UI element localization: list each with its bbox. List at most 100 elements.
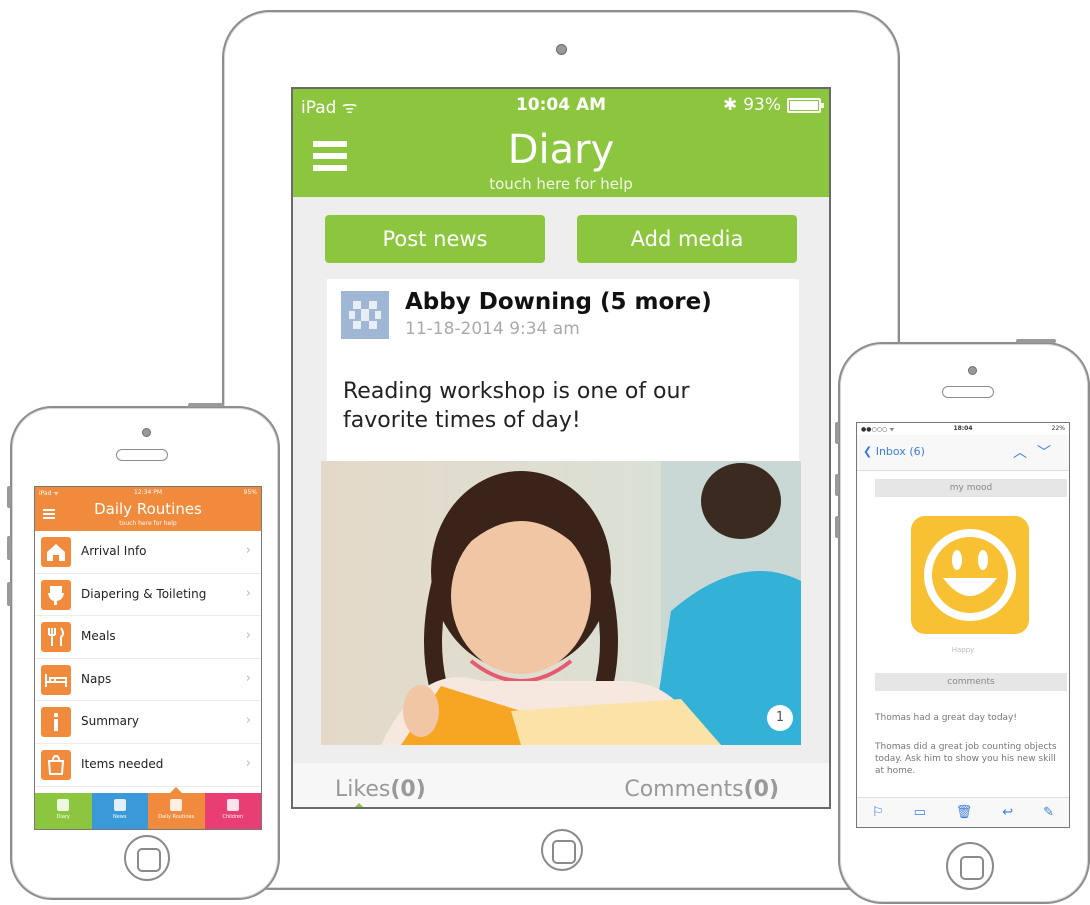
photo-count-badge[interactable]: 1 [767,705,793,731]
reply-icon[interactable]: ↩ [1002,805,1013,820]
phone-home-button[interactable] [124,835,170,881]
tab-diary[interactable]: Diary [35,793,92,829]
toilet-icon [41,579,71,610]
iphone-right-device: ●●○○○ ᯤ 18:04 22% ❮ Inbox (6) ︿﹀ my mood… [835,339,1090,904]
info-icon [41,707,71,738]
power-button [1016,339,1056,343]
status-bar: iPad ᯤ 10:04 AM ✱ 93% [301,95,824,118]
status-time: 18:04 [953,425,973,432]
tab-label: Children [222,814,244,820]
list-item-label: Diapering & Toileting [81,586,207,601]
list-item[interactable]: Items needed › [35,744,261,787]
battery-icon [787,97,824,113]
phone-speaker [942,386,994,398]
battery-status: ✱ 93% [722,95,824,115]
happy-face-icon [911,516,1029,634]
bottom-tab-bar: Diary News Daily Routines Children [35,787,261,829]
post-news-button[interactable]: Post news [325,215,545,263]
daily-routines-screen: iPad ᯤ 12:34 PM 95% Daily Routines touch… [34,486,262,830]
post-date: 11-18-2014 9:34 am [405,319,580,339]
page-title: Diary [507,127,615,173]
message-screen: ●●○○○ ᯤ 18:04 22% ❮ Inbox (6) ︿﹀ my mood… [856,422,1070,828]
phone-speaker [116,449,168,461]
list-item-label: Items needed [81,756,164,771]
help-hint[interactable]: touch here for help [293,175,829,193]
power-button [188,403,224,407]
list-item[interactable]: Arrival Info › [35,531,261,574]
post-author[interactable]: Abby Downing (5 more) [405,289,712,315]
routines-list: Arrival Info › Diapering & Toileting › M… [35,531,261,787]
message-text: Thomas had a great day today! [875,713,1017,723]
girl-reading-image [321,461,801,745]
post-photo[interactable]: 1 [321,461,801,745]
list-item-label: Arrival Info [81,544,147,558]
ipad-camera [556,44,567,55]
chevron-right-icon: › [245,755,251,771]
tab-label: News [112,814,127,820]
folder-icon[interactable]: ▭ [914,805,926,820]
compose-icon[interactable]: ✎ [1043,805,1054,820]
post-card: Abby Downing (5 more) 11-18-2014 9:34 am… [327,279,799,469]
tab-daily-routines[interactable]: Daily Routines [148,787,205,829]
comments-section-label: comments [875,673,1067,691]
help-hint[interactable]: touch here for help [35,520,261,527]
bluetooth-icon: ✱ [722,95,738,115]
chevron-right-icon: › [245,670,251,686]
chevron-right-icon: › [245,628,251,644]
bed-icon [41,664,71,695]
list-item[interactable]: Summary › [35,701,261,744]
tab-label: Diary [56,814,70,820]
list-item-label: Summary [81,714,139,729]
post-actions: Likes(0) Comments(0) [293,763,829,807]
news-icon [113,799,126,811]
chevron-right-icon: › [245,543,251,558]
ipad-screen: iPad ᯤ 10:04 AM ✱ 93% Diary touch here f… [291,87,831,809]
message-nav-arrows[interactable]: ︿﹀ [1013,442,1061,462]
message-text: Thomas did a great job counting objects … [875,742,1057,776]
back-button[interactable]: ❮ Inbox (6) [863,445,925,458]
avatar [341,291,389,339]
tab-news[interactable]: News [91,793,148,829]
list-item[interactable]: Meals › [35,616,261,659]
iphone-left-device: iPad ᯤ 12:34 PM 95% Daily Routines touch… [7,403,280,900]
list-item[interactable]: Diapering & Toileting › [35,574,261,617]
comments-button[interactable]: Comments(0) [624,777,779,802]
status-bar: iPad ᯤ 12:34 PM 95% [39,489,257,497]
volume-down-button [835,516,839,538]
message-toolbar: ⚐ ▭ 🗑 ↩ ✎ [857,797,1069,827]
list-item[interactable]: Naps › [35,659,261,702]
nav-bar: ❮ Inbox (6) ︿﹀ [857,435,1069,471]
likes-caret-icon [351,803,367,807]
chevron-left-icon: ❮ [863,445,876,458]
mood-caption: Happy [951,646,975,654]
daily-routines-header[interactable]: iPad ᯤ 12:34 PM 95% Daily Routines touch… [35,487,261,531]
back-label: Inbox (6) [875,445,925,458]
ipad-home-button[interactable] [541,829,583,871]
utensils-icon [41,622,71,653]
mute-switch [7,486,11,508]
battery-percent: 95% [243,489,257,496]
mute-switch [835,422,839,444]
house-icon [41,537,71,567]
likes-button[interactable]: Likes(0) [335,777,426,802]
ipad-device: iPad ᯤ 10:04 AM ✱ 93% Diary touch here f… [222,10,900,890]
likes-label: Likes [335,777,391,802]
add-media-button[interactable]: Add media [577,215,797,263]
list-item-label: Meals [81,629,116,644]
active-tab-caret-icon [170,787,183,793]
phone-camera [968,366,977,375]
chevron-down-icon[interactable]: ﹀ [1037,445,1061,461]
children-icon [226,799,239,811]
tab-children[interactable]: Children [204,793,261,829]
comments-count: (0) [743,777,779,802]
phone-camera [142,428,151,437]
phone-home-button[interactable] [946,842,994,890]
volume-up-button [835,474,839,496]
diary-header[interactable]: iPad ᯤ 10:04 AM ✱ 93% Diary touch here f… [293,89,829,197]
status-bar: ●●○○○ ᯤ 18:04 22% [861,425,1065,435]
likes-count: (0) [390,777,426,802]
comments-label: Comments [624,777,744,802]
chevron-up-icon[interactable]: ︿ [1013,445,1037,461]
trash-icon[interactable]: 🗑 [956,805,973,820]
flag-icon[interactable]: ⚐ [872,805,884,820]
